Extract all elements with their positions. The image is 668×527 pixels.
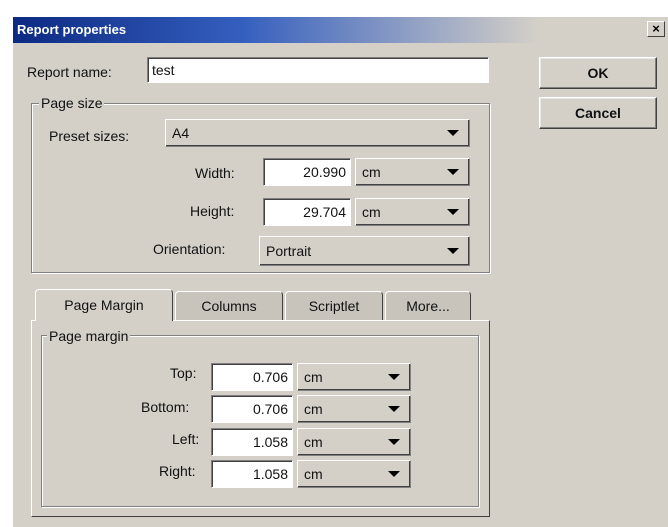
- left-margin-label: Left:: [172, 431, 200, 447]
- ok-button[interactable]: OK: [539, 57, 657, 89]
- width-input[interactable]: 20.990: [263, 158, 351, 186]
- bottom-margin-unit-select[interactable]: cm: [297, 395, 411, 423]
- preset-sizes-value: A4: [172, 125, 190, 141]
- page-margin-group-title: Page margin: [47, 328, 131, 344]
- right-margin-unit-value: cm: [304, 466, 323, 482]
- left-margin-unit-select[interactable]: cm: [297, 428, 411, 456]
- top-margin-unit-value: cm: [304, 369, 323, 385]
- report-name-label: Report name:: [27, 64, 112, 80]
- chevron-down-icon: [388, 374, 400, 380]
- top-margin-label: Top:: [170, 365, 197, 381]
- chevron-down-icon: [447, 248, 459, 254]
- tab-columns[interactable]: Columns: [175, 291, 283, 321]
- chevron-down-icon: [388, 439, 400, 445]
- height-label: Height:: [190, 203, 235, 219]
- cancel-button[interactable]: Cancel: [539, 97, 657, 129]
- chevron-down-icon: [447, 169, 459, 175]
- right-margin-unit-select[interactable]: cm: [297, 460, 411, 488]
- tab-more[interactable]: More...: [385, 291, 471, 321]
- tab-page-margin[interactable]: Page Margin: [35, 289, 173, 321]
- width-unit-select[interactable]: cm: [355, 158, 470, 186]
- height-unit-value: cm: [362, 204, 381, 220]
- bottom-margin-unit-value: cm: [304, 401, 323, 417]
- bottom-margin-input[interactable]: 0.706: [211, 395, 293, 423]
- tab-scriptlet[interactable]: Scriptlet: [285, 291, 383, 321]
- width-unit-value: cm: [362, 164, 381, 180]
- chevron-down-icon: [388, 406, 400, 412]
- report-properties-dialog: Report properties × Report name: test OK…: [12, 16, 668, 527]
- left-margin-unit-value: cm: [304, 434, 323, 450]
- right-margin-label: Right:: [159, 463, 196, 479]
- close-button[interactable]: ×: [647, 21, 665, 37]
- top-margin-input[interactable]: 0.706: [211, 363, 293, 391]
- orientation-label: Orientation:: [153, 241, 226, 257]
- chevron-down-icon: [388, 471, 400, 477]
- preset-sizes-label: Preset sizes:: [49, 128, 130, 144]
- height-input[interactable]: 29.704: [263, 198, 351, 226]
- report-name-input[interactable]: test: [147, 57, 489, 83]
- close-icon: ×: [652, 21, 660, 36]
- width-label: Width:: [195, 165, 235, 181]
- chevron-down-icon: [447, 130, 459, 136]
- orientation-select[interactable]: Portrait: [259, 236, 470, 266]
- orientation-value: Portrait: [266, 243, 312, 259]
- right-margin-input[interactable]: 1.058: [211, 460, 293, 488]
- title-bar: Report properties ×: [13, 17, 668, 43]
- preset-sizes-select[interactable]: A4: [165, 119, 470, 147]
- height-unit-select[interactable]: cm: [355, 198, 470, 226]
- left-margin-input[interactable]: 1.058: [211, 428, 293, 456]
- dialog-title: Report properties: [17, 22, 127, 37]
- top-margin-unit-select[interactable]: cm: [297, 363, 411, 391]
- page-size-group-title: Page size: [39, 95, 105, 111]
- bottom-margin-label: Bottom:: [141, 399, 190, 415]
- chevron-down-icon: [447, 209, 459, 215]
